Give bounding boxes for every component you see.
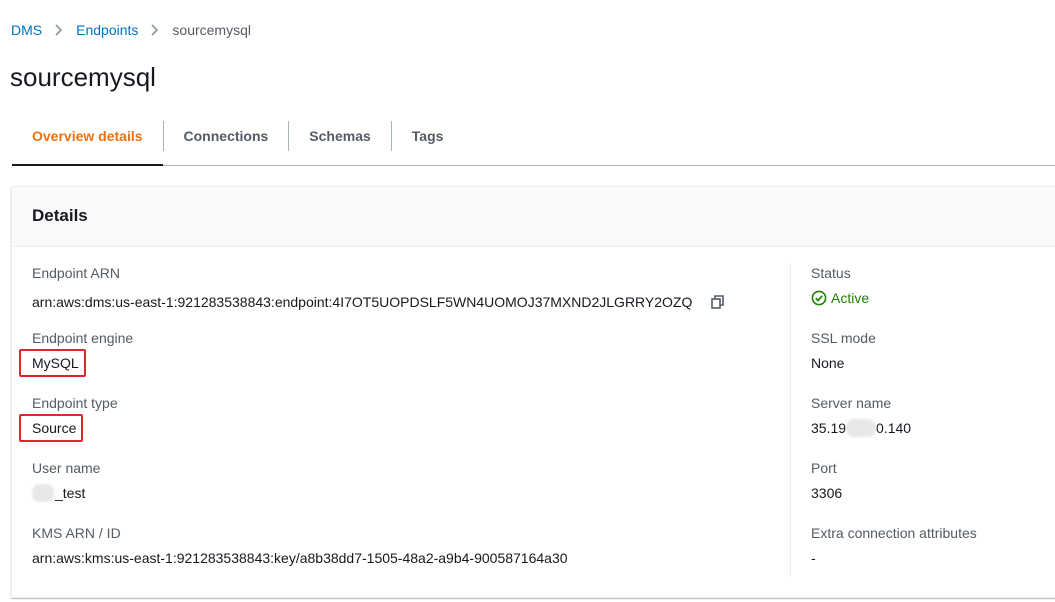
field-endpoint-type: Endpoint type Source: [19, 393, 772, 458]
server-name-value-prefix: 35.19: [811, 420, 847, 436]
tab-list: Overview details Connections Schemas Tag…: [12, 121, 1055, 166]
status-indicator: Active: [811, 288, 869, 308]
field-value-wrapper: _test: [32, 483, 85, 503]
ssl-mode-value: None: [811, 355, 845, 371]
field-label: Port: [811, 460, 837, 476]
field-label: KMS ARN / ID: [32, 525, 121, 541]
server-name-value-suffix: 0.140: [876, 420, 912, 436]
breadcrumb: DMS Endpoints sourcemysql: [11, 22, 251, 38]
field-label: User name: [32, 460, 101, 476]
details-panel: Details Endpoint ARN arn:aws:dms:us-east…: [11, 186, 1055, 598]
field-server-name: Server name 35.19 0.140: [811, 393, 1055, 458]
breadcrumb-link-dms[interactable]: DMS: [11, 22, 42, 38]
field-value-wrapper: -: [811, 548, 816, 568]
page-title: sourcemysql: [10, 62, 156, 92]
details-right-column: Status Active SSL mode None Server name …: [811, 263, 1055, 588]
details-left-column: Endpoint ARN arn:aws:dms:us-east-1:92128…: [19, 263, 772, 588]
field-label: Endpoint ARN: [32, 265, 120, 281]
redacted-text: [846, 419, 877, 437]
field-value-wrapper: arn:aws:dms:us-east-1:921283538843:endpo…: [32, 292, 726, 312]
extra-connection-attributes-value: -: [811, 550, 816, 566]
tab-tags[interactable]: Tags: [392, 121, 464, 165]
column-divider: [790, 263, 791, 577]
field-label: Endpoint type: [32, 395, 118, 411]
field-value-wrapper: 35.19 0.140: [811, 418, 911, 438]
field-value-wrapper: arn:aws:kms:us-east-1:921283538843:key/a…: [32, 548, 568, 568]
field-label: Status: [811, 265, 851, 281]
field-extra-connection-attributes: Extra connection attributes -: [811, 523, 1055, 588]
field-user-name: User name _test: [32, 458, 772, 523]
breadcrumb-current: sourcemysql: [172, 22, 251, 38]
tab-overview-details[interactable]: Overview details: [12, 121, 163, 166]
field-label: Endpoint engine: [32, 330, 134, 346]
status-value: Active: [831, 290, 870, 306]
field-value-wrapper: None: [811, 353, 844, 373]
highlight-box: [19, 349, 86, 377]
field-endpoint-engine: Endpoint engine MySQL: [19, 328, 772, 393]
kms-arn-value: arn:aws:kms:us-east-1:921283538843:key/a…: [32, 550, 568, 566]
field-ssl-mode: SSL mode None: [811, 328, 1055, 393]
port-value: 3306: [811, 485, 843, 501]
redacted-text: [32, 484, 54, 502]
field-endpoint-arn: Endpoint ARN arn:aws:dms:us-east-1:92128…: [32, 263, 772, 328]
field-label: SSL mode: [811, 330, 876, 346]
field-kms-arn: KMS ARN / ID arn:aws:kms:us-east-1:92128…: [32, 523, 772, 588]
field-label: Server name: [811, 395, 892, 411]
details-panel-header: Details: [12, 187, 1055, 247]
field-value-wrapper: 3306: [811, 483, 842, 503]
details-panel-title: Details: [32, 206, 88, 225]
field-port: Port 3306: [811, 458, 1055, 523]
check-circle-icon: [811, 290, 827, 306]
chevron-right-icon: [151, 24, 159, 36]
tab-connections[interactable]: Connections: [164, 121, 289, 165]
highlight-box: [19, 414, 84, 442]
field-label: Extra connection attributes: [811, 525, 977, 541]
chevron-right-icon: [55, 24, 63, 36]
field-status: Status Active: [811, 263, 1055, 328]
field-value-wrapper: MySQL: [19, 349, 86, 377]
user-name-value: _test: [55, 485, 86, 501]
breadcrumb-link-endpoints[interactable]: Endpoints: [76, 22, 138, 38]
field-value-wrapper: Source: [19, 414, 84, 442]
tab-schemas[interactable]: Schemas: [289, 121, 390, 165]
endpoint-arn-value[interactable]: arn:aws:dms:us-east-1:921283538843:endpo…: [32, 292, 692, 312]
copy-icon[interactable]: [710, 294, 726, 310]
